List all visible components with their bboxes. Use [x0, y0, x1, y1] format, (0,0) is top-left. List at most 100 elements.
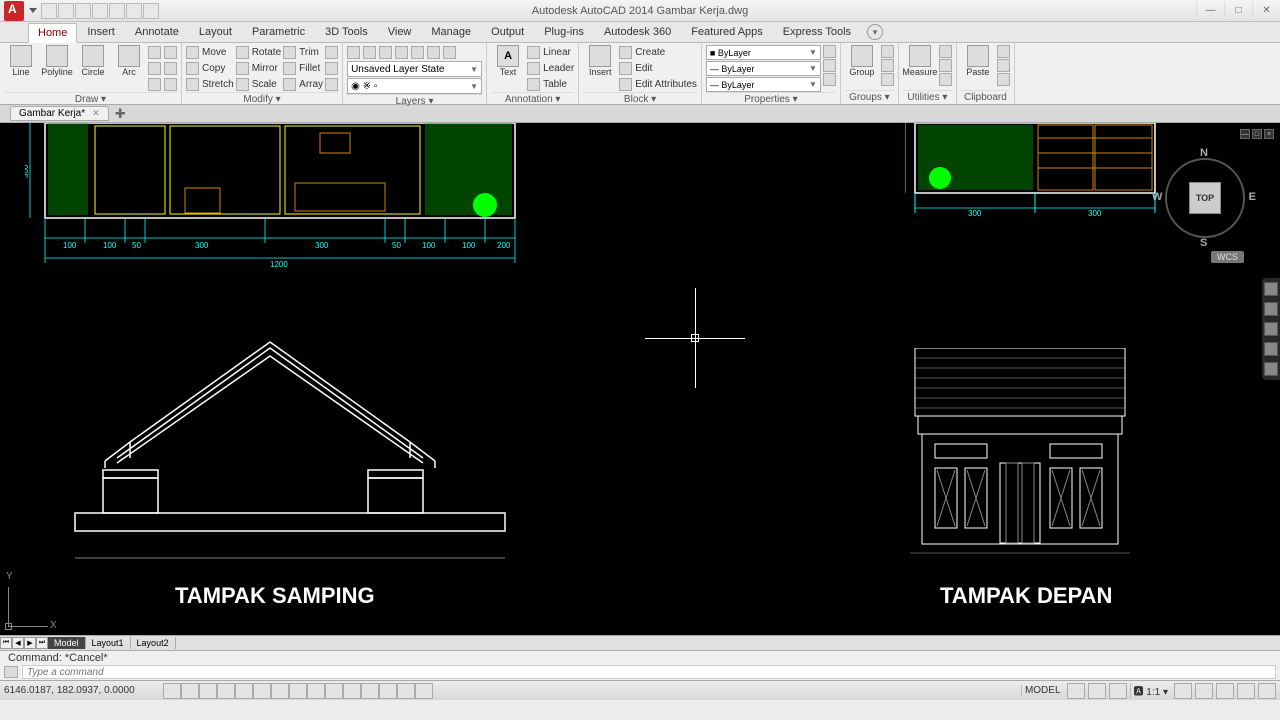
modify-small-icon[interactable] [325, 62, 338, 75]
toggle-grid-icon[interactable] [199, 683, 217, 699]
viewcube-w[interactable]: W [1152, 191, 1162, 203]
layout-tab-model[interactable]: Model [48, 637, 86, 649]
viewcube-e[interactable]: E [1249, 191, 1256, 203]
text-button[interactable]: AText [491, 45, 525, 77]
copy-button[interactable]: Copy [186, 61, 234, 76]
line-button[interactable]: Line [4, 45, 38, 77]
clip-icon[interactable] [997, 73, 1010, 86]
draw-small-icon[interactable] [164, 62, 177, 75]
viewcube-s[interactable]: S [1200, 237, 1207, 249]
viewcube[interactable]: TOP N S W E [1160, 153, 1250, 243]
maximize-button[interactable]: □ [1224, 2, 1252, 20]
status-anno-icon[interactable] [1109, 683, 1127, 699]
qat-open-icon[interactable] [58, 3, 74, 19]
layer-icon[interactable] [443, 46, 456, 59]
status-ws-icon[interactable] [1174, 683, 1192, 699]
leader-button[interactable]: Leader [527, 61, 574, 76]
tab-view[interactable]: View [378, 22, 422, 42]
util-icon[interactable] [939, 45, 952, 58]
panel-title-modify[interactable]: Modify ▾ [186, 92, 338, 106]
rotate-button[interactable]: Rotate [236, 45, 281, 60]
tab-plugins[interactable]: Plug-ins [534, 22, 594, 42]
vp-close-icon[interactable]: × [1264, 129, 1274, 139]
layout-last-icon[interactable]: ⏭ [36, 637, 48, 649]
util-icon[interactable] [939, 59, 952, 72]
circle-button[interactable]: Circle [76, 45, 110, 77]
modify-small-icon[interactable] [325, 78, 338, 91]
tab-layout[interactable]: Layout [189, 22, 242, 42]
orbit-icon[interactable] [1264, 342, 1278, 356]
layer-icon[interactable] [363, 46, 376, 59]
qat-plot-icon[interactable] [109, 3, 125, 19]
panel-title-layers[interactable]: Layers ▾ [347, 94, 482, 108]
stretch-button[interactable]: Stretch [186, 77, 234, 92]
tab-3dtools[interactable]: 3D Tools [315, 22, 378, 42]
toggle-otrack-icon[interactable] [289, 683, 307, 699]
layout-tab-layout1[interactable]: Layout1 [86, 637, 131, 649]
qat-undo-icon[interactable] [126, 3, 142, 19]
clip-icon[interactable] [997, 59, 1010, 72]
move-button[interactable]: Move [186, 45, 234, 60]
toggle-ducs-icon[interactable] [307, 683, 325, 699]
status-scale-label[interactable]: 🅰 1:1 ▾ [1130, 683, 1172, 698]
status-layout-icon[interactable] [1067, 683, 1085, 699]
toggle-dyn-icon[interactable] [325, 683, 343, 699]
prop-icon[interactable] [823, 45, 836, 58]
insert-button[interactable]: Insert [583, 45, 617, 77]
panel-title-utilities[interactable]: Utilities ▾ [903, 90, 952, 104]
tab-featuredapps[interactable]: Featured Apps [681, 22, 773, 42]
draw-small-icon[interactable] [148, 46, 161, 59]
edit-attributes-button[interactable]: Edit Attributes [619, 77, 697, 92]
edit-button[interactable]: Edit [619, 61, 697, 76]
array-button[interactable]: Array [283, 77, 323, 92]
status-iso-icon[interactable] [1237, 683, 1255, 699]
layout-tab-layout2[interactable]: Layout2 [131, 637, 176, 649]
draw-small-icon[interactable] [148, 78, 161, 91]
layer-state-dropdown[interactable]: Unsaved Layer State▼ [347, 61, 482, 77]
command-input[interactable] [22, 665, 1276, 679]
app-menu-icon[interactable] [4, 1, 24, 21]
prop-icon[interactable] [823, 73, 836, 86]
tab-autodesk360[interactable]: Autodesk 360 [594, 22, 681, 42]
draw-small-icon[interactable] [164, 78, 177, 91]
toggle-sc-icon[interactable] [397, 683, 415, 699]
close-icon[interactable]: ✕ [92, 108, 100, 119]
tab-insert[interactable]: Insert [77, 22, 125, 42]
layer-icon[interactable] [395, 46, 408, 59]
group-small-icon[interactable] [881, 73, 894, 86]
mirror-button[interactable]: Mirror [236, 61, 281, 76]
fillet-button[interactable]: Fillet [283, 61, 323, 76]
layer-icon[interactable] [411, 46, 424, 59]
layout-next-icon[interactable]: ▶ [24, 637, 36, 649]
qat-new-icon[interactable] [41, 3, 57, 19]
prop-icon[interactable] [823, 59, 836, 72]
tab-home[interactable]: Home [28, 23, 77, 43]
trim-button[interactable]: Trim [283, 45, 323, 60]
qat-redo-icon[interactable] [143, 3, 159, 19]
viewcube-ring[interactable] [1165, 158, 1245, 238]
status-model[interactable]: MODEL [1021, 685, 1064, 696]
panel-title-groups[interactable]: Groups ▾ [845, 90, 894, 104]
modify-small-icon[interactable] [325, 46, 338, 59]
zoom-icon[interactable] [1264, 322, 1278, 336]
toggle-am-icon[interactable] [415, 683, 433, 699]
status-qv-icon[interactable] [1088, 683, 1106, 699]
lineweight-dropdown[interactable]: — ByLayer▼ [706, 61, 821, 76]
clip-icon[interactable] [997, 45, 1010, 58]
measure-button[interactable]: Measure [903, 45, 937, 77]
qat-saveas-icon[interactable] [92, 3, 108, 19]
toggle-lwt-icon[interactable] [343, 683, 361, 699]
color-dropdown[interactable]: ■ ByLayer▼ [706, 45, 821, 60]
group-small-icon[interactable] [881, 59, 894, 72]
layer-icon[interactable] [347, 46, 360, 59]
layer-dropdown[interactable]: ◉ ※ ▫▼ [347, 78, 482, 94]
vp-minimize-icon[interactable]: — [1240, 129, 1250, 139]
wcs-badge[interactable]: WCS [1211, 251, 1244, 263]
paste-button[interactable]: Paste [961, 45, 995, 77]
vp-maximize-icon[interactable]: □ [1252, 129, 1262, 139]
group-small-icon[interactable] [881, 45, 894, 58]
toggle-polar-icon[interactable] [235, 683, 253, 699]
toggle-tpy-icon[interactable] [361, 683, 379, 699]
pan-icon[interactable] [1264, 302, 1278, 316]
command-prompt-icon[interactable] [4, 666, 18, 678]
